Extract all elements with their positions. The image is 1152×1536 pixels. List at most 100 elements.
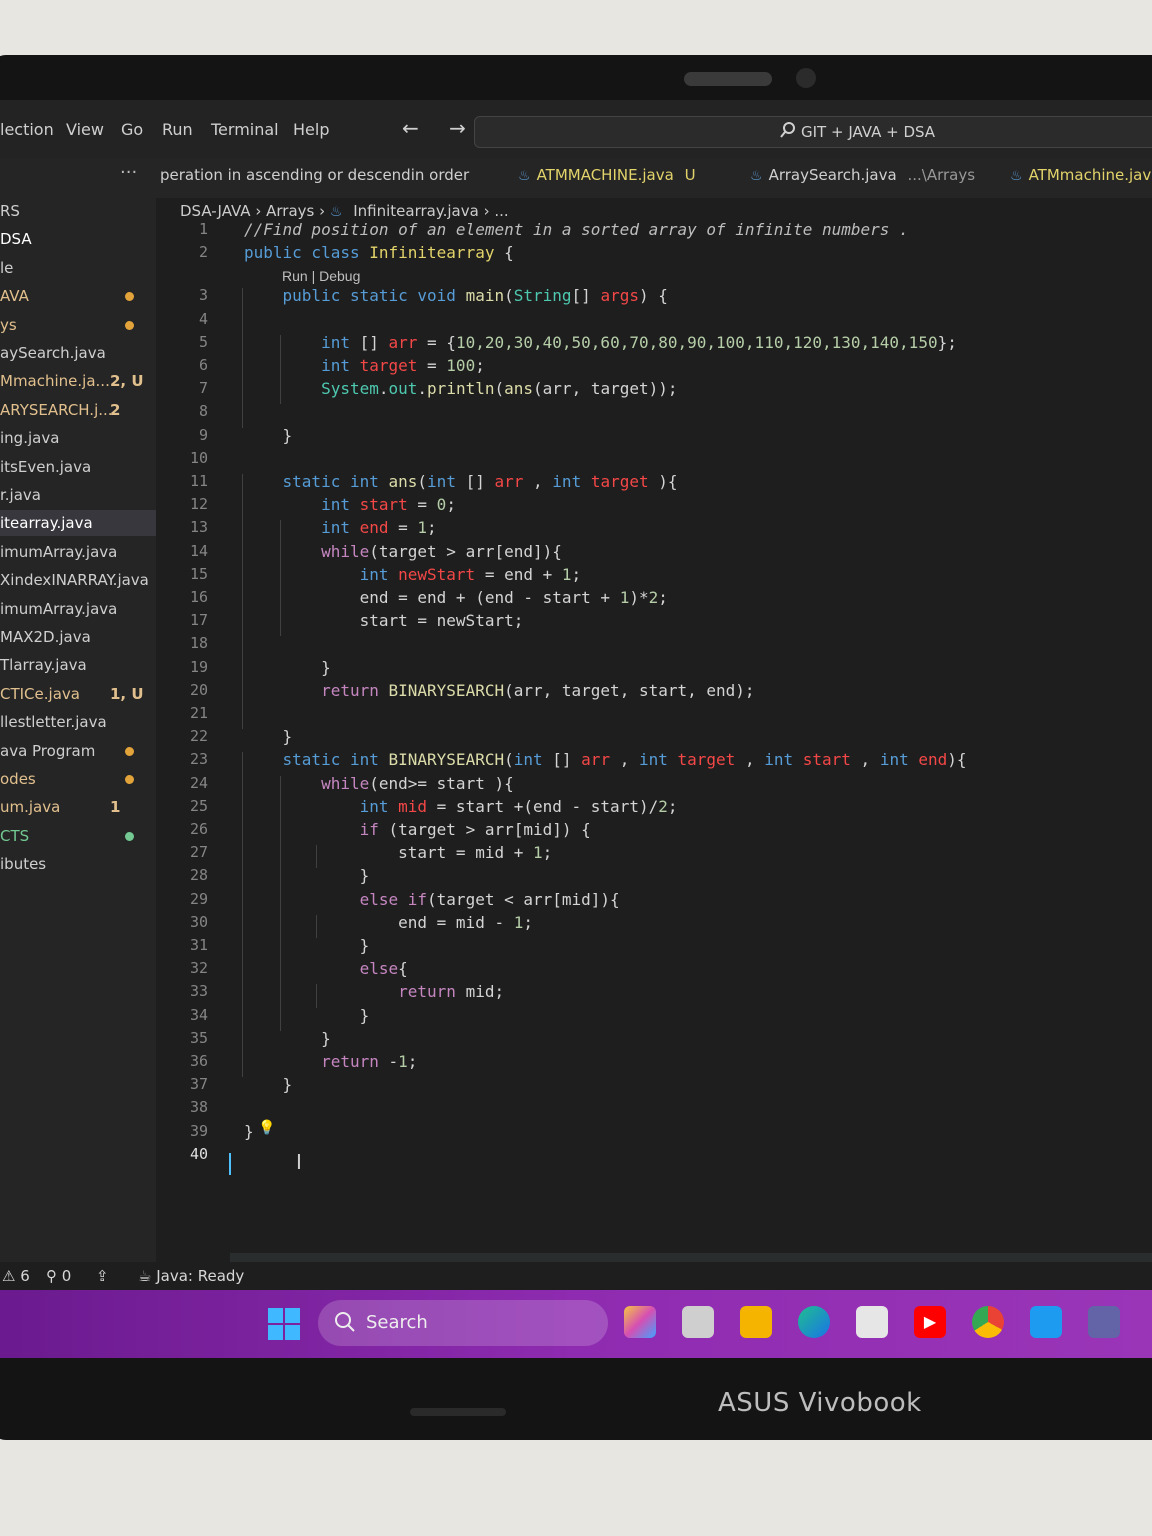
sidebar-item[interactable]: ys (0, 312, 156, 338)
code-line[interactable]: while(target > arr[end]){ (244, 542, 562, 561)
sidebar-item[interactable]: ARYSEARCH.j... 2 (0, 397, 156, 423)
youtube-icon[interactable]: ▶ (914, 1306, 946, 1338)
code-token: = end + (475, 564, 562, 584)
code-line[interactable]: int newStart = end + 1; (244, 564, 582, 584)
code-editor[interactable]: 1 2 3 4 5 6 7 8 9 10 11 12 13 14 15 16 17 18 19 20 21 22 23 24 2… (160, 220, 1152, 1277)
line-number: 26 (189, 820, 208, 838)
tab-atmmachine[interactable]: ♨ ATMMACHINE.java U (518, 166, 696, 184)
code-line[interactable]: else{ (244, 959, 408, 978)
menu-selection[interactable]: lection (0, 120, 54, 139)
edge-icon[interactable] (798, 1306, 830, 1338)
code-token: [] (571, 286, 601, 306)
task-view-icon[interactable] (682, 1306, 714, 1338)
code-line[interactable]: } (244, 1006, 370, 1025)
sidebar-item[interactable]: itearray.java (0, 510, 156, 537)
lightbulb-icon[interactable]: 💡 (258, 1120, 275, 1136)
code-line[interactable]: } (244, 1075, 293, 1094)
code-token: ( (504, 286, 514, 306)
breadcrumb-symbol[interactable]: ... (494, 202, 508, 220)
sidebar-item[interactable]: MAX2D.java (0, 624, 156, 650)
java-status[interactable]: ☕ Java: Ready (138, 1267, 244, 1285)
nav-back-forward[interactable]: ← → (402, 116, 478, 140)
menu-go[interactable]: Go (121, 120, 143, 139)
code-line[interactable]: } (244, 1122, 254, 1141)
code-line[interactable]: } (244, 1029, 331, 1048)
sidebar-item[interactable]: odes (0, 766, 156, 792)
tab-arraysearch[interactable]: ♨ ArraySearch.java ...\Arrays (750, 166, 975, 184)
code-line[interactable]: return -1; (244, 1052, 417, 1071)
code-line[interactable]: } (244, 658, 331, 677)
sidebar-item[interactable]: um.java 1 (0, 794, 156, 820)
sidebar-item[interactable]: XindexINARRAY.java (0, 567, 156, 593)
tab-atmmachine-2[interactable]: ♨ ATMmachine.java (1010, 166, 1152, 184)
share-icon[interactable]: ⇪ (96, 1267, 109, 1285)
sidebar-item[interactable]: imumArray.java (0, 539, 156, 565)
teams-icon[interactable] (1088, 1306, 1120, 1338)
sidebar-item[interactable]: RS (0, 198, 156, 224)
taskbar-search[interactable]: Search (318, 1300, 608, 1346)
tab-sort-order[interactable]: peration in ascending or descendin order (160, 166, 469, 184)
code-token: = (417, 356, 447, 375)
code-line[interactable]: if (target > arr[mid]) { (244, 820, 591, 839)
code-line[interactable]: start = mid + 1; (244, 843, 552, 862)
sidebar-item[interactable]: llestletter.java (0, 709, 156, 735)
code-token: while (321, 773, 370, 793)
code-line[interactable]: int end = 1; (244, 518, 437, 537)
tab-label: peration in ascending or descendin order (160, 166, 470, 184)
code-line[interactable]: static int ans(int [] arr , int target )… (244, 472, 678, 491)
code-line[interactable]: else if(target < arr[mid]){ (244, 890, 620, 909)
sidebar-item[interactable]: DSA (0, 226, 156, 252)
code-line[interactable]: end = end + (end - start + 1)*2; (244, 588, 668, 607)
menu-help[interactable]: Help (293, 120, 329, 139)
code-token: int (427, 472, 466, 491)
chrome-icon[interactable] (972, 1306, 1004, 1338)
ports-indicator[interactable]: ⚲ 0 (46, 1267, 71, 1285)
code-token: BINARYSEARCH (388, 680, 505, 700)
breadcrumb-folder[interactable]: Arrays (266, 202, 314, 220)
breadcrumb-file[interactable]: Infinitearray.java (353, 202, 479, 220)
run-debug-codelens[interactable]: Run | Debug (282, 268, 360, 284)
sidebar-item[interactable]: AVA (0, 283, 156, 309)
windows-start-icon[interactable] (268, 1308, 300, 1340)
sidebar-item[interactable]: r.java (0, 482, 156, 508)
code-line[interactable]: end = mid - 1; (244, 913, 533, 932)
sidebar-item[interactable]: ibutes (0, 851, 156, 877)
code-line[interactable]: } (244, 866, 370, 885)
sidebar-item[interactable]: ing.java (0, 425, 156, 451)
more-icon[interactable]: ··· (120, 162, 137, 183)
code-line[interactable]: return mid; (244, 982, 504, 1001)
file-explorer-icon[interactable] (740, 1306, 772, 1338)
sidebar-item[interactable]: itsEven.java (0, 454, 156, 480)
menu-terminal[interactable]: Terminal (211, 120, 279, 139)
sidebar-item[interactable]: Tlarray.java (0, 652, 156, 678)
code-line[interactable]: int mid = start +(end - start)/2; (244, 797, 678, 816)
code-line[interactable]: static int BINARYSEARCH(int [] arr , int… (244, 750, 967, 769)
twitter-icon[interactable] (1030, 1306, 1062, 1338)
menu-view[interactable]: View (66, 120, 104, 139)
code-line[interactable]: System.out.println(ans(arr, target)); (244, 379, 677, 398)
store-icon[interactable] (856, 1306, 888, 1338)
menu-run[interactable]: Run (162, 120, 193, 139)
copilot-icon[interactable] (624, 1306, 656, 1338)
code-line[interactable]: public static void main(String[] args) { (244, 286, 668, 305)
code-line[interactable]: while(end>= start ){ (244, 774, 514, 793)
code-line[interactable]: start = newStart; (244, 611, 524, 630)
problems-indicator[interactable]: ⚠ 6 (2, 1267, 30, 1285)
code-line[interactable]: return BINARYSEARCH(arr, target, start, … (244, 680, 754, 700)
sidebar-item[interactable]: CTS (0, 823, 156, 849)
sidebar-item[interactable]: Mmachine.ja... 2, U (0, 368, 156, 394)
sidebar-item[interactable]: CTICe.java 1, U (0, 681, 156, 707)
code-line[interactable]: public class Infinitearray { (244, 243, 514, 262)
code-line[interactable]: //Find position of an element in a sorte… (244, 220, 909, 239)
sidebar-item[interactable]: le (0, 255, 156, 281)
sidebar-item[interactable]: ava Program (0, 738, 156, 764)
sidebar-item[interactable]: imumArray.java (0, 596, 156, 622)
command-center-search[interactable]: GIT + JAVA + DSA (474, 116, 1152, 148)
sidebar-item[interactable]: aySearch.java (0, 340, 156, 366)
code-line[interactable]: } (244, 936, 370, 955)
code-line[interactable]: } (244, 727, 293, 746)
breadcrumb-root[interactable]: DSA-JAVA (180, 202, 251, 220)
code-line[interactable]: } (244, 426, 293, 445)
code-line[interactable]: int [] arr = {10,20,30,40,50,60,70,80,90… (244, 333, 957, 352)
code-line[interactable]: int start = 0; (244, 495, 456, 514)
